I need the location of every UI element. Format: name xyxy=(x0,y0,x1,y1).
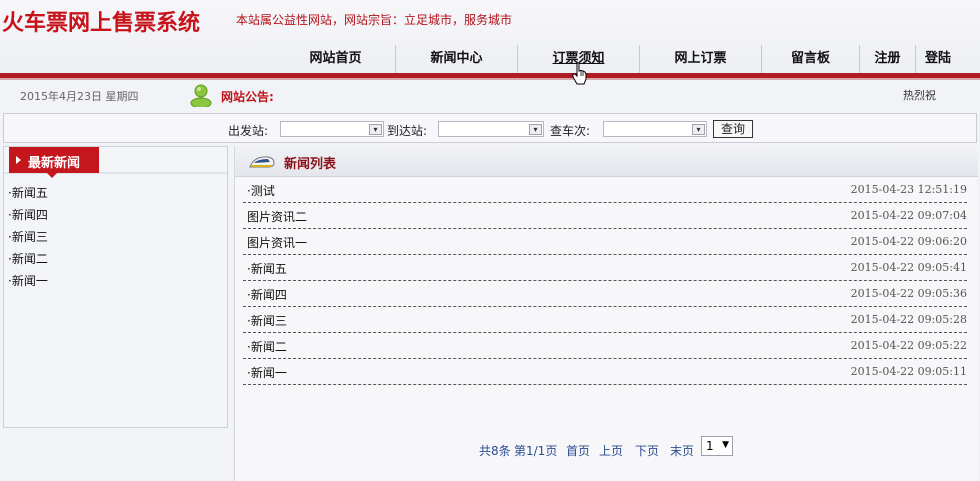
tab-notch xyxy=(47,173,57,178)
news-date: 2015-04-22 09:07:04 xyxy=(850,209,967,222)
news-row[interactable]: ·新闻五 2015-04-22 09:05:41 xyxy=(243,255,967,281)
news-title[interactable]: ·测试 xyxy=(247,182,275,199)
news-date: 2015-04-23 12:51:19 xyxy=(850,183,967,196)
site-logo[interactable]: 火车票网上售票系统 xyxy=(2,5,200,37)
train-number-label: 查车次: xyxy=(550,124,591,138)
sidebar-news-item[interactable]: ·新闻五 xyxy=(8,182,48,204)
news-date: 2015-04-22 09:05:36 xyxy=(850,287,967,300)
news-title[interactable]: ·新闻四 xyxy=(247,286,287,303)
news-date: 2015-04-22 09:05:11 xyxy=(850,365,967,378)
nav-news-center[interactable]: 新闻中心 xyxy=(396,45,518,73)
nav-online-booking[interactable]: 网上订票 xyxy=(640,45,762,73)
search-button[interactable]: 查询 xyxy=(713,120,753,138)
to-station-label: 到达站: xyxy=(387,124,428,138)
news-date: 2015-04-22 09:05:41 xyxy=(850,261,967,274)
site-slogan: 本站属公益性网站，网站宗旨：立足城市，服务城市 xyxy=(236,13,513,27)
pager-page-info: 第1/1页 xyxy=(514,444,558,458)
news-title[interactable]: ·新闻三 xyxy=(247,312,287,329)
sidebar-news-item[interactable]: ·新闻一 xyxy=(8,270,48,292)
user-icon xyxy=(190,84,212,107)
info-bar: 2015年4月23日 星期四 网站公告: 热烈祝 xyxy=(0,82,980,110)
site-header: 火车票网上售票系统 本站属公益性网站，网站宗旨：立足城市，服务城市 网站首页 新… xyxy=(0,0,980,80)
from-station-select[interactable]: ▾ xyxy=(280,121,384,137)
pager-first-link[interactable]: 首页 xyxy=(566,442,590,459)
news-row[interactable]: ·新闻三 2015-04-22 09:05:28 xyxy=(243,307,967,333)
chevron-down-icon: ▾ xyxy=(529,124,542,135)
sidebar-news-item[interactable]: ·新闻四 xyxy=(8,204,48,226)
news-date: 2015-04-22 09:06:20 xyxy=(850,235,967,248)
news-title[interactable]: ·新闻五 xyxy=(247,260,287,277)
ticket-search-bar: 出发站: ▾ 到达站: ▾ 查车次: ▾ 查询 xyxy=(3,113,977,143)
pager-prev-link[interactable]: 上页 xyxy=(599,442,623,459)
latest-news-sidebar: 最新新闻 ·新闻五 ·新闻四 ·新闻三 ·新闻二 ·新闻一 xyxy=(3,146,228,428)
train-icon xyxy=(249,156,275,168)
nav-register[interactable]: 注册 xyxy=(860,45,916,73)
news-date: 2015-04-22 09:05:28 xyxy=(850,313,967,326)
news-row[interactable]: 图片资讯一 2015-04-22 09:06:20 xyxy=(243,229,967,255)
sidebar-title: 最新新闻 xyxy=(28,156,81,171)
page-select-value: 1 xyxy=(706,439,714,453)
sidebar-news-item[interactable]: ·新闻二 xyxy=(8,248,48,270)
news-row[interactable]: ·测试 2015-04-23 12:51:19 xyxy=(243,177,967,203)
news-row[interactable]: 图片资讯二 2015-04-22 09:07:04 xyxy=(243,203,967,229)
news-title[interactable]: 图片资讯一 xyxy=(247,234,307,251)
chevron-down-icon: ▼ xyxy=(722,440,729,450)
sidebar-news-item[interactable]: ·新闻三 xyxy=(8,226,48,248)
news-title[interactable]: ·新闻一 xyxy=(247,364,287,381)
news-list-title: 新闻列表 xyxy=(284,157,337,172)
news-title[interactable]: ·新闻二 xyxy=(247,338,287,355)
pager-last-link[interactable]: 末页 xyxy=(670,442,694,459)
chevron-down-icon: ▾ xyxy=(369,124,382,135)
news-date: 2015-04-22 09:05:22 xyxy=(850,339,967,352)
news-list-header: 新闻列表 xyxy=(235,146,978,177)
notice-label: 网站公告: xyxy=(221,90,274,104)
pager-next-link[interactable]: 下页 xyxy=(635,442,659,459)
news-row[interactable]: ·新闻四 2015-04-22 09:05:36 xyxy=(243,281,967,307)
nav-home[interactable]: 网站首页 xyxy=(276,45,396,73)
nav-guestbook[interactable]: 留言板 xyxy=(762,45,860,73)
news-title[interactable]: 图片资讯二 xyxy=(247,208,307,225)
news-row[interactable]: ·新闻二 2015-04-22 09:05:22 xyxy=(243,333,967,359)
chevron-down-icon: ▾ xyxy=(692,124,705,135)
sidebar-tab: 最新新闻 xyxy=(9,147,99,178)
news-table: ·测试 2015-04-23 12:51:19 图片资讯二 2015-04-22… xyxy=(243,177,967,385)
from-station-label: 出发站: xyxy=(228,124,269,138)
news-row[interactable]: ·新闻一 2015-04-22 09:05:11 xyxy=(243,359,967,385)
latest-news-list: ·新闻五 ·新闻四 ·新闻三 ·新闻二 ·新闻一 xyxy=(8,182,48,292)
train-number-select[interactable]: ▾ xyxy=(603,121,707,137)
main-nav: 网站首页 新闻中心 订票须知 网上订票 留言板 注册 登陆 xyxy=(276,45,960,73)
pager-total: 共8条 xyxy=(479,444,511,458)
news-list-panel: 新闻列表 ·测试 2015-04-23 12:51:19 图片资讯二 2015-… xyxy=(234,146,978,481)
to-station-select[interactable]: ▾ xyxy=(438,121,544,137)
caret-right-icon xyxy=(16,156,21,164)
nav-underline-shadow xyxy=(0,78,980,80)
nav-login[interactable]: 登陆 xyxy=(916,45,960,73)
notice-marquee: 热烈祝 xyxy=(903,89,936,102)
page-select[interactable]: 1 ▼ xyxy=(701,436,733,456)
current-date: 2015年4月23日 星期四 xyxy=(20,90,139,103)
